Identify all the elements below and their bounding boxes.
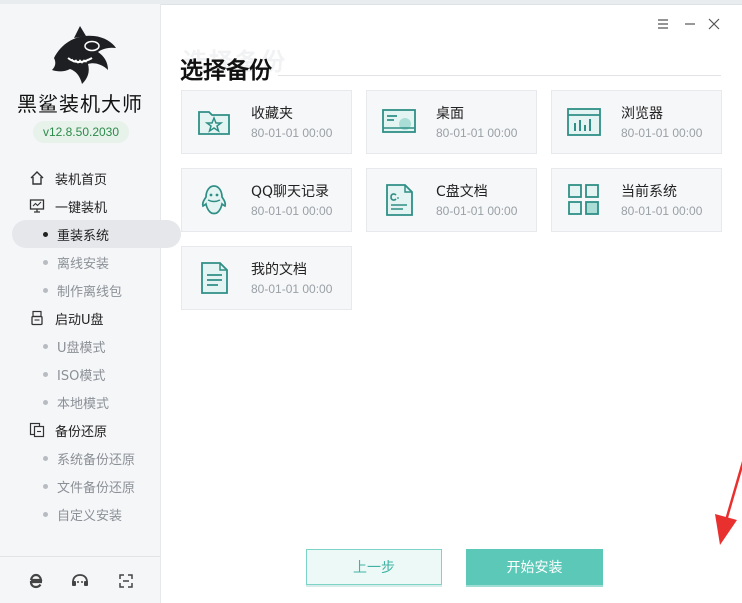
annotation-arrow-icon bbox=[715, 461, 742, 545]
version-badge: v12.8.50.2030 bbox=[33, 121, 129, 143]
card-name: 收藏夹 bbox=[251, 106, 293, 122]
sidebar-item-label: 一键装机 bbox=[55, 200, 108, 216]
sidebar-item-label: 装机首页 bbox=[55, 172, 108, 188]
fullscreen-icon[interactable] bbox=[114, 569, 138, 593]
bullet-dot bbox=[43, 287, 48, 293]
browser-window-icon bbox=[567, 108, 601, 136]
qq-penguin-icon bbox=[201, 185, 227, 215]
sidebar-item-home[interactable]: 装机首页 bbox=[0, 164, 160, 192]
card-date: 80-01-01 00:00 bbox=[621, 204, 703, 218]
card-date: 80-01-01 00:00 bbox=[251, 204, 333, 218]
sidebar-item-iso-mode[interactable]: ISO模式 bbox=[0, 360, 160, 388]
title-divider bbox=[278, 75, 721, 76]
sidebar-item-make-offline-package[interactable]: 制作离线包 bbox=[0, 276, 160, 304]
sidebar-item-label: 文件备份还原 bbox=[57, 480, 136, 496]
sidebar-menu: 装机首页 一键装机 重装系统 离线安装 制作离线包 启动U盘 U盘模式 ISO模… bbox=[0, 164, 181, 528]
card-name: QQ聊天记录 bbox=[251, 184, 330, 200]
sidebar-item-local-mode[interactable]: 本地模式 bbox=[0, 388, 160, 416]
sidebar-item-system-backup-restore[interactable]: 系统备份还原 bbox=[0, 444, 160, 472]
previous-step-button[interactable]: 上一步 bbox=[306, 549, 442, 585]
chat-support-icon[interactable] bbox=[68, 569, 92, 593]
sidebar-item-boot-usb[interactable]: 启动U盘 bbox=[0, 304, 160, 332]
menu-icon[interactable] bbox=[655, 16, 671, 32]
sidebar-item-file-backup-restore[interactable]: 文件备份还原 bbox=[0, 472, 160, 500]
card-date: 80-01-01 00:00 bbox=[251, 126, 333, 140]
sidebar-item-label: ISO模式 bbox=[57, 368, 106, 384]
bullet-dot bbox=[43, 483, 48, 489]
card-name: 桌面 bbox=[436, 106, 464, 122]
card-name: 当前系统 bbox=[621, 184, 677, 200]
backup-card-my-documents[interactable]: 我的文档 80-01-01 00:00 bbox=[181, 246, 352, 310]
bullet-dot bbox=[43, 259, 48, 265]
card-name: C盘文档 bbox=[436, 184, 488, 200]
sidebar: 黑鲨装机大师 v12.8.50.2030 装机首页 一键装机 重装系统 离线安装… bbox=[0, 4, 181, 603]
card-date: 80-01-01 00:00 bbox=[436, 204, 518, 218]
browser-e-icon[interactable] bbox=[24, 569, 48, 593]
shark-logo-icon bbox=[52, 26, 116, 84]
my-documents-icon bbox=[201, 262, 228, 294]
sidebar-item-offline-install[interactable]: 离线安装 bbox=[0, 248, 160, 276]
backup-icon bbox=[28, 421, 46, 439]
card-name: 浏览器 bbox=[621, 106, 663, 122]
sidebar-item-custom-install[interactable]: 自定义安装 bbox=[0, 500, 160, 528]
backup-card-c-drive-docs[interactable]: C盘文档 80-01-01 00:00 bbox=[366, 168, 537, 232]
home-icon bbox=[28, 169, 46, 187]
bullet-dot bbox=[43, 399, 48, 405]
backup-card-qq-chat[interactable]: QQ聊天记录 80-01-01 00:00 bbox=[181, 168, 352, 232]
card-date: 80-01-01 00:00 bbox=[251, 282, 333, 296]
app-name: 黑鲨装机大师 bbox=[17, 92, 143, 116]
sidebar-item-label: 本地模式 bbox=[57, 396, 110, 412]
desktop-icon bbox=[382, 109, 416, 133]
card-date: 80-01-01 00:00 bbox=[436, 126, 518, 140]
sidebar-item-label: 自定义安装 bbox=[57, 508, 123, 524]
sidebar-item-label: 重装系统 bbox=[57, 228, 110, 244]
monitor-icon bbox=[28, 197, 46, 215]
bullet-dot bbox=[43, 343, 48, 349]
bullet-dot bbox=[43, 231, 48, 237]
usb-drive-icon bbox=[28, 309, 46, 327]
sidebar-item-label: 系统备份还原 bbox=[57, 452, 136, 468]
sidebar-item-label: 制作离线包 bbox=[57, 284, 123, 300]
sidebar-item-usb-mode[interactable]: U盘模式 bbox=[0, 332, 160, 360]
sidebar-item-label: 备份还原 bbox=[55, 424, 108, 440]
sidebar-item-label: U盘模式 bbox=[57, 340, 106, 356]
main-panel: 选择备份 选择备份 收藏夹 80-01-01 00:00 桌面 80-01-01… bbox=[161, 4, 742, 603]
bullet-dot bbox=[43, 511, 48, 517]
backup-card-favorites[interactable]: 收藏夹 80-01-01 00:00 bbox=[181, 90, 352, 154]
minimize-icon[interactable] bbox=[682, 16, 698, 32]
backup-card-current-system[interactable]: 当前系统 80-01-01 00:00 bbox=[551, 168, 722, 232]
close-icon[interactable] bbox=[706, 16, 722, 32]
sidebar-item-reinstall-system[interactable]: 重装系统 bbox=[12, 220, 181, 248]
card-date: 80-01-01 00:00 bbox=[621, 126, 703, 140]
backup-card-desktop[interactable]: 桌面 80-01-01 00:00 bbox=[366, 90, 537, 154]
backup-card-browser[interactable]: 浏览器 80-01-01 00:00 bbox=[551, 90, 722, 154]
favorites-folder-icon bbox=[198, 111, 230, 135]
bullet-dot bbox=[43, 455, 48, 461]
c-drive-document-icon bbox=[386, 184, 413, 216]
sidebar-item-one-click-install[interactable]: 一键装机 bbox=[0, 192, 160, 220]
system-grid-icon bbox=[568, 184, 599, 215]
card-name: 我的文档 bbox=[251, 262, 307, 278]
sidebar-footer bbox=[0, 556, 160, 603]
brand-area: 黑鲨装机大师 v12.8.50.2030 bbox=[0, 4, 160, 149]
page-title: 选择备份 bbox=[180, 58, 272, 84]
bullet-dot bbox=[43, 371, 48, 377]
start-install-button[interactable]: 开始安装 bbox=[466, 549, 603, 585]
sidebar-item-label: 离线安装 bbox=[57, 256, 110, 272]
sidebar-item-label: 启动U盘 bbox=[55, 312, 104, 328]
sidebar-item-backup-restore[interactable]: 备份还原 bbox=[0, 416, 160, 444]
